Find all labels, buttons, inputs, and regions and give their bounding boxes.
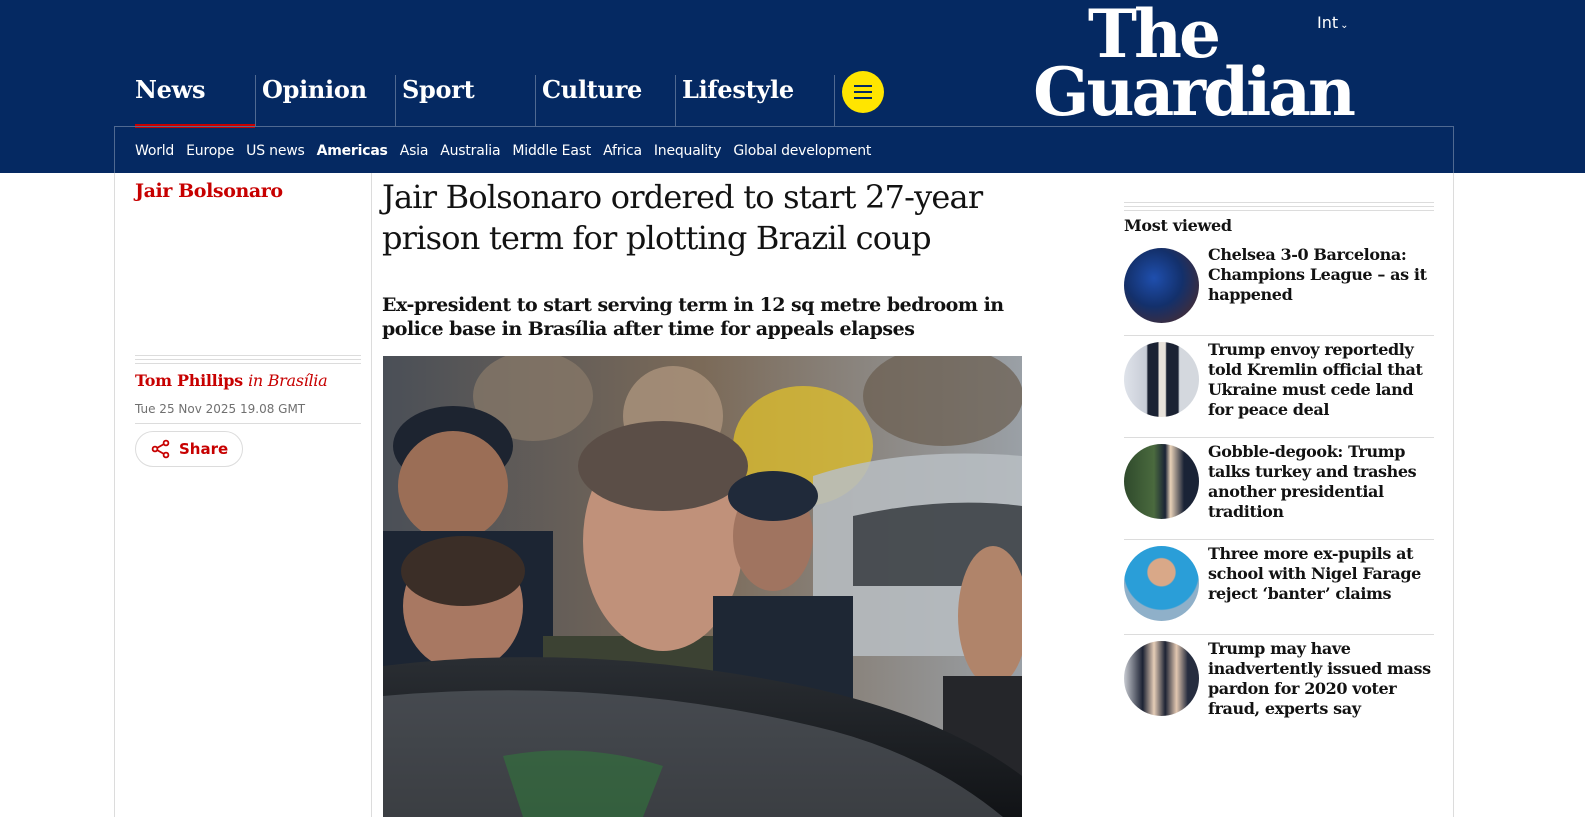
most-viewed-item[interactable]: Three more ex-pupils at school with Nige… (1124, 539, 1434, 634)
most-viewed-title: Trump may have inadvertently issued mass… (1208, 639, 1431, 718)
masthead: News Opinion Sport Culture Lifestyle Int… (0, 0, 1585, 173)
logo-line-2: Guardian (1033, 53, 1356, 131)
pillar-nav: News Opinion Sport Culture Lifestyle (115, 75, 815, 128)
pillar-lifestyle-label: Lifestyle (682, 75, 794, 104)
pillar-lifestyle[interactable]: Lifestyle (675, 75, 815, 127)
subnav-item-africa[interactable]: Africa (603, 143, 642, 159)
menu-button[interactable] (842, 71, 884, 113)
pillar-opinion-label: Opinion (262, 75, 367, 104)
frame-divider-middle (371, 173, 372, 817)
frame-divider-left (114, 173, 115, 817)
most-viewed-thumbnail (1124, 342, 1199, 417)
frame-divider-right (1453, 173, 1454, 817)
subnav-item-world[interactable]: World (135, 143, 174, 159)
subnav-item-middle-east[interactable]: Middle East (512, 143, 591, 159)
byline-location: in Brasília (248, 371, 328, 390)
most-viewed-title: Trump envoy reportedly told Kremlin offi… (1208, 340, 1423, 419)
most-viewed-thumbnail (1124, 546, 1199, 621)
subnav-item-global-development[interactable]: Global development (733, 143, 871, 159)
share-label: Share (179, 440, 229, 458)
pillar-sport-label: Sport (402, 75, 475, 104)
subnav-item-europe[interactable]: Europe (186, 143, 234, 159)
most-viewed-thumbnail (1124, 444, 1199, 519)
subnav-item-us-news[interactable]: US news (246, 143, 305, 159)
subnav-item-asia[interactable]: Asia (400, 143, 429, 159)
pillar-news[interactable]: News (115, 75, 255, 128)
author-link[interactable]: Tom Phillips (135, 371, 243, 390)
subnav-item-americas[interactable]: Americas (317, 143, 388, 159)
most-viewed-thumbnail (1124, 248, 1199, 323)
most-viewed-item[interactable]: Gobble-degook: Trump talks turkey and tr… (1124, 437, 1434, 539)
byline: Tom Phillips in Brasília (135, 371, 328, 390)
pillar-opinion[interactable]: Opinion (255, 75, 395, 127)
most-viewed-title: Gobble-degook: Trump talks turkey and tr… (1208, 442, 1417, 521)
pillar-divider (834, 75, 835, 127)
most-viewed-list: Chelsea 3-0 Barcelona: Champions League … (1124, 243, 1434, 726)
article-standfirst: Ex-president to start serving term in 12… (382, 294, 1004, 340)
pillar-culture-label: Culture (542, 75, 643, 104)
subnav-item-australia[interactable]: Australia (440, 143, 500, 159)
most-viewed-rule (1124, 202, 1434, 214)
series-link[interactable]: Jair Bolsonaro (135, 180, 283, 202)
meta-rule (135, 355, 361, 367)
most-viewed-title: Chelsea 3-0 Barcelona: Champions League … (1208, 245, 1427, 304)
hamburger-icon (854, 85, 872, 103)
share-button[interactable]: Share (135, 431, 243, 467)
most-viewed-title: Three more ex-pupils at school with Nige… (1208, 544, 1421, 603)
main-media-photo (383, 356, 1022, 817)
pillar-news-label: News (135, 75, 206, 104)
subnav-list: World Europe US news Americas Asia Australia M… (115, 127, 1453, 159)
share-icon (151, 439, 170, 459)
pillar-culture[interactable]: Culture (535, 75, 675, 127)
pillar-sport[interactable]: Sport (395, 75, 535, 127)
subnav-item-inequality[interactable]: Inequality (654, 143, 722, 159)
most-viewed-item[interactable]: Chelsea 3-0 Barcelona: Champions League … (1124, 243, 1434, 335)
most-viewed-item[interactable]: Trump envoy reportedly told Kremlin offi… (1124, 335, 1434, 437)
most-viewed-heading: Most viewed (1124, 216, 1232, 235)
publish-date: Tue 25 Nov 2025 19.08 GMT (135, 402, 306, 416)
meta-separator (135, 423, 361, 424)
most-viewed-item[interactable]: Trump may have inadvertently issued mass… (1124, 634, 1434, 726)
guardian-logo[interactable]: The Guardian (1013, 1, 1356, 131)
most-viewed-thumbnail (1124, 641, 1199, 716)
sub-navigation: World Europe US news Americas Asia Australia M… (114, 126, 1454, 173)
article-headline: Jair Bolsonaro ordered to start 27-year … (382, 178, 983, 257)
